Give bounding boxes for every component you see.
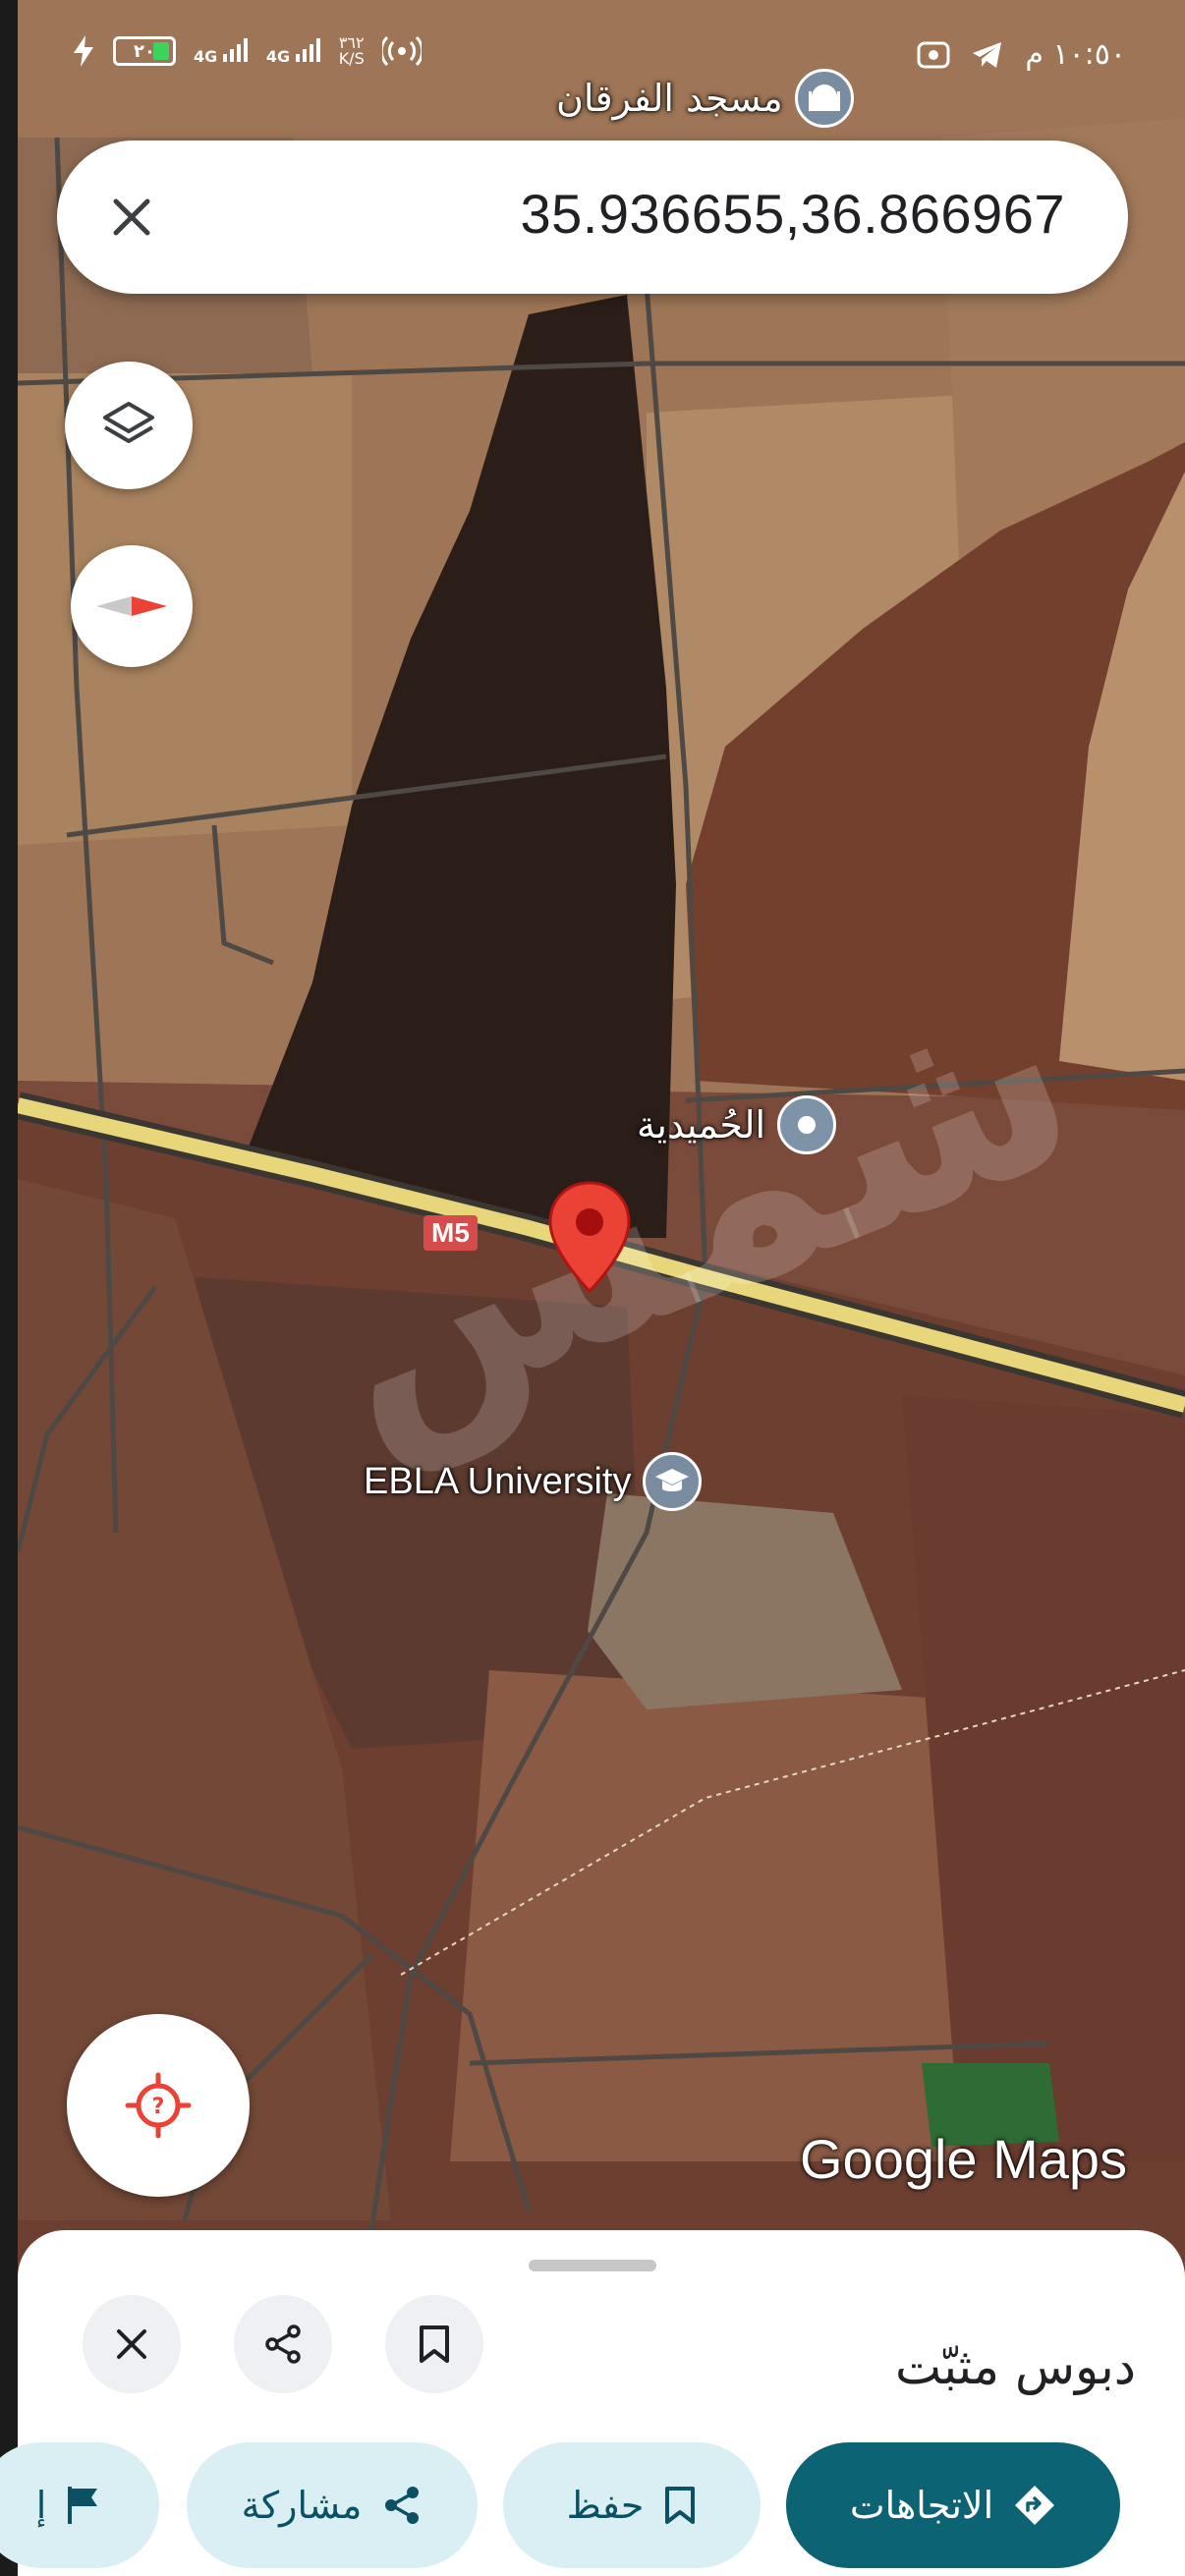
network-type-2: 4G	[265, 46, 291, 66]
village-place-label[interactable]: الحُميدية	[637, 1095, 836, 1154]
village-label-text: الحُميدية	[637, 1103, 765, 1147]
charging-icon	[72, 35, 95, 67]
share-button[interactable]: مشاركة	[187, 2442, 478, 2568]
signal-icon-1: 4G	[194, 37, 249, 66]
telegram-icon	[972, 41, 1003, 69]
bookmark-icon	[665, 2487, 696, 2524]
place-pin-icon	[777, 1095, 836, 1154]
highway-shield: M5	[423, 1215, 478, 1251]
close-sheet-button[interactable]	[83, 2295, 181, 2393]
label-button[interactable]: إ	[0, 2442, 159, 2568]
place-title: دبوس مثبّت	[895, 2338, 1136, 2395]
network-speed-unit: K/S	[338, 49, 365, 68]
status-bar: ٢٠ 4G 4G ٣٦٢ K/S ١٠:٥٠ م	[18, 0, 1185, 116]
school-icon	[643, 1452, 703, 1511]
share-icon	[265, 2324, 301, 2364]
close-icon	[113, 198, 150, 236]
battery-level: ٢٠	[134, 40, 155, 62]
status-bar-right: ١٠:٥٠ م	[917, 37, 1126, 72]
search-query-coordinates[interactable]: 35.936655,36.866967	[521, 182, 1066, 246]
search-bar[interactable]: 35.936655,36.866967	[57, 140, 1128, 294]
directions-icon	[1015, 2486, 1055, 2525]
share-icon	[385, 2487, 420, 2524]
flag-icon	[68, 2487, 98, 2524]
status-bar-left: ٢٠ 4G 4G ٣٦٢ K/S	[72, 35, 422, 67]
hotspot-icon	[381, 35, 422, 67]
my-location-button[interactable]: ?	[67, 2014, 250, 2197]
network-speed: ٣٦٢ K/S	[339, 35, 365, 67]
clear-search-button[interactable]	[92, 178, 171, 256]
clock: ١٠:٥٠ م	[1025, 37, 1126, 72]
place-bottom-sheet[interactable]: دبوس مثبّت الاتجاهات حفظ مشاركة إ	[0, 2230, 1185, 2576]
layers-icon	[103, 402, 154, 443]
dropped-pin-icon[interactable]	[546, 1179, 633, 1299]
directions-label: الاتجاهات	[849, 2484, 994, 2527]
share-icon-button[interactable]	[234, 2295, 332, 2393]
sheet-drag-handle[interactable]	[529, 2260, 656, 2271]
compass-button[interactable]	[71, 545, 193, 667]
share-label: مشاركة	[241, 2484, 363, 2527]
save-label: حفظ	[566, 2484, 645, 2527]
label-label: إ	[35, 2484, 47, 2527]
signal-icon-2: 4G	[265, 37, 321, 66]
bookmark-icon	[420, 2325, 449, 2363]
close-icon	[117, 2329, 146, 2359]
svg-text:?: ?	[152, 2095, 165, 2119]
university-place-label[interactable]: EBLA University	[364, 1452, 703, 1511]
action-chips: الاتجاهات حفظ مشاركة إ	[0, 2442, 1185, 2570]
battery-icon: ٢٠	[113, 36, 176, 66]
my-location-icon: ?	[125, 2072, 192, 2139]
compass-icon	[96, 596, 167, 616]
directions-button[interactable]: الاتجاهات	[786, 2442, 1120, 2568]
layers-button[interactable]	[65, 362, 193, 489]
bookmark-icon-button[interactable]	[385, 2295, 483, 2393]
network-type-1: 4G	[194, 46, 218, 66]
university-label-text: EBLA University	[364, 1460, 632, 1502]
screen-record-icon	[917, 41, 950, 69]
google-maps-attribution: Google Maps	[800, 2128, 1128, 2190]
save-button[interactable]: حفظ	[503, 2442, 761, 2568]
